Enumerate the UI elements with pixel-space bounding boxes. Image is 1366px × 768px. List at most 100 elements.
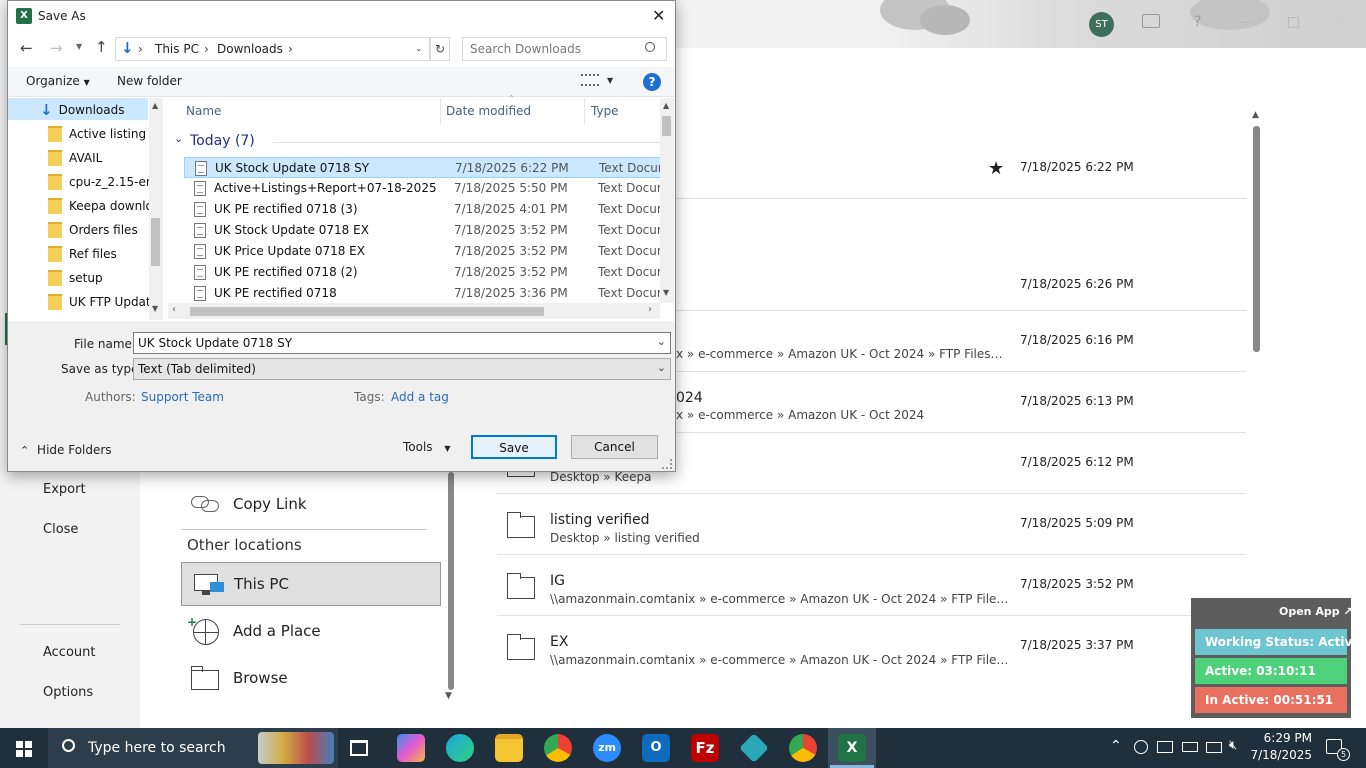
excel-icon[interactable]: X xyxy=(838,734,866,762)
search-input[interactable]: Search Downloads xyxy=(462,37,667,61)
this-pc-label: This PC xyxy=(234,575,289,593)
task-view-icon[interactable] xyxy=(350,740,368,756)
file-explorer-icon[interactable] xyxy=(495,734,523,762)
copy-link[interactable]: Copy Link xyxy=(181,482,441,526)
app-icon[interactable] xyxy=(739,733,769,763)
column-header-name[interactable]: Name xyxy=(186,104,221,118)
chevron-down-icon: ⌄ xyxy=(656,361,666,374)
avatar[interactable]: ST xyxy=(1089,12,1114,37)
file-row[interactable]: UK PE rectified 0718 (3) 7/18/2025 4:01 P… xyxy=(184,199,666,220)
tree-item-folder[interactable]: Orders files xyxy=(48,218,158,242)
view-options-icon[interactable] xyxy=(581,74,599,86)
new-folder-button[interactable]: New folder xyxy=(117,74,182,88)
taskbar-search[interactable]: Type here to search xyxy=(48,728,338,768)
volume-muted-icon[interactable]: 🔇︎ xyxy=(1229,738,1237,753)
address-bar[interactable]: ↓ › This PC › Downloads › ⌄ xyxy=(115,37,430,61)
copilot-icon[interactable] xyxy=(397,734,425,762)
recent-item[interactable]: listing verified Desktop » listing verif… xyxy=(497,494,1246,555)
tree-item-folder[interactable]: cpu-z_2.15-en xyxy=(48,170,158,194)
back-icon[interactable]: ← xyxy=(20,39,33,57)
help-icon[interactable]: ? xyxy=(643,73,661,91)
filezilla-icon[interactable]: Fz xyxy=(691,734,719,762)
recent-item[interactable]: IG \\amazonmain.comtanix » e-commerce » … xyxy=(497,555,1246,616)
organize-button[interactable]: Organize ▼ xyxy=(26,74,90,88)
open-app-link[interactable]: Open App ↗ xyxy=(1279,605,1353,618)
close-window-icon[interactable]: ✕ xyxy=(1334,13,1347,32)
refresh-icon[interactable]: ↻ xyxy=(430,37,450,61)
recent-locations-chevron-icon[interactable]: ▼ xyxy=(76,42,82,51)
location-add-place[interactable]: + Add a Place xyxy=(181,609,441,653)
file-row-selected[interactable]: UK Stock Update 0718 SY 7/18/2025 6:22 PM… xyxy=(184,157,667,178)
resize-grip-icon[interactable] xyxy=(662,459,672,469)
tags-label: Tags: xyxy=(354,390,385,404)
windows-start-icon[interactable] xyxy=(16,741,32,757)
chrome-icon[interactable] xyxy=(544,734,572,762)
save-type-select[interactable]: Text (Tab delimited) ⌄ xyxy=(133,358,671,380)
outlook-icon[interactable]: O xyxy=(642,734,670,762)
comments-icon[interactable] xyxy=(1142,14,1160,28)
breadcrumb-downloads[interactable]: Downloads xyxy=(217,42,283,56)
file-list-vscrollbar[interactable]: ▲ ▼ xyxy=(660,98,674,303)
view-chevron-icon[interactable]: ▼ xyxy=(607,76,613,85)
tray-chevron-icon[interactable]: ⌃ xyxy=(1110,738,1122,754)
close-icon[interactable]: ✕ xyxy=(652,6,665,25)
up-icon[interactable]: ↑ xyxy=(95,38,108,56)
tools-label: Tools xyxy=(403,440,433,454)
group-header[interactable]: ⌄ Today (7) xyxy=(174,132,664,152)
help-circle-icon[interactable] xyxy=(1134,740,1148,754)
nav-close[interactable]: Close xyxy=(43,522,78,537)
tree-label: UK FTP Update xyxy=(69,295,158,309)
hide-folders-button[interactable]: ⌃ Hide Folders xyxy=(20,443,112,457)
nav-options[interactable]: Options xyxy=(43,685,93,700)
scroll-down-arrow[interactable]: ▼ xyxy=(445,691,452,701)
minimize-icon[interactable] xyxy=(1240,22,1254,23)
breadcrumb-this-pc[interactable]: This PC xyxy=(155,42,199,56)
tree-item-folder[interactable]: UK FTP Update xyxy=(48,290,158,314)
nav-account[interactable]: Account xyxy=(43,645,96,660)
file-row[interactable]: UK PE rectified 0718 7/18/2025 3:36 PM Tex… xyxy=(184,283,666,304)
tree-scrollbar[interactable]: ▲ ▼ xyxy=(149,98,163,320)
tree-item-downloads[interactable]: ↓ Downloads xyxy=(40,98,150,122)
battery-icon[interactable] xyxy=(1182,742,1198,752)
tree-item-folder[interactable]: AVAIL xyxy=(48,146,158,170)
nav-export[interactable]: Export xyxy=(43,482,86,497)
help-icon[interactable]: ? xyxy=(1194,14,1206,30)
chrome-profile-icon[interactable] xyxy=(789,734,817,762)
file-row[interactable]: UK Price Update 0718 EX 7/18/2025 3:52 PM… xyxy=(184,241,666,262)
camera-icon[interactable] xyxy=(1157,741,1173,753)
recent-item[interactable]: EX \\amazonmain.comtanix » e-commerce » … xyxy=(497,616,1246,677)
column-header-type[interactable]: Type xyxy=(591,104,619,118)
taskbar-search-placeholder: Type here to search xyxy=(88,740,226,756)
text-document-icon xyxy=(194,181,206,196)
tree-item-folder[interactable]: Active listing d xyxy=(48,122,158,146)
file-name: UK Stock Update 0718 SY xyxy=(215,161,370,175)
file-row[interactable]: UK PE rectified 0718 (2) 7/18/2025 3:52 P… xyxy=(184,262,666,283)
clock-date[interactable]: 7/18/2025 xyxy=(1250,748,1312,762)
file-name-input[interactable]: UK Stock Update 0718 SY ⌄ xyxy=(133,332,671,354)
save-button[interactable]: Save xyxy=(471,435,557,459)
tools-button[interactable]: Tools ▼ xyxy=(403,440,451,454)
location-browse[interactable]: Browse xyxy=(181,656,441,700)
authors-value[interactable]: Support Team xyxy=(141,390,224,404)
pin-star-icon[interactable]: ★ xyxy=(988,158,1004,179)
tags-value[interactable]: Add a tag xyxy=(391,390,449,404)
zoom-icon[interactable]: zm xyxy=(593,734,621,762)
file-name: UK PE rectified 0718 xyxy=(214,286,337,300)
tree-item-folder[interactable]: Keepa downloa xyxy=(48,194,158,218)
edge-icon[interactable] xyxy=(446,734,474,762)
clock-time[interactable]: 6:29 PM xyxy=(1258,731,1312,745)
file-list-hscrollbar[interactable]: ‹ › xyxy=(168,303,660,319)
location-this-pc[interactable]: This PC xyxy=(181,562,441,606)
tree-item-folder[interactable]: setup xyxy=(48,266,158,290)
tree-item-folder[interactable]: Ref files xyxy=(48,242,158,266)
restore-icon[interactable] xyxy=(1288,17,1299,28)
network-icon[interactable] xyxy=(1206,742,1222,753)
chevron-down-icon[interactable]: ⌄ xyxy=(657,335,666,348)
file-row[interactable]: UK Stock Update 0718 EX 7/18/2025 3:52 PM… xyxy=(184,220,666,241)
cancel-button[interactable]: Cancel xyxy=(571,435,658,459)
address-dropdown-icon[interactable]: ⌄ xyxy=(415,44,423,54)
file-date: 7/18/2025 3:52 PM xyxy=(454,265,568,279)
file-row[interactable]: Active+Listings+Report+07-18-2025 7/18/20… xyxy=(184,178,666,199)
locations-scrollbar[interactable] xyxy=(447,472,455,690)
column-header-date[interactable]: Date modified xyxy=(446,104,531,118)
